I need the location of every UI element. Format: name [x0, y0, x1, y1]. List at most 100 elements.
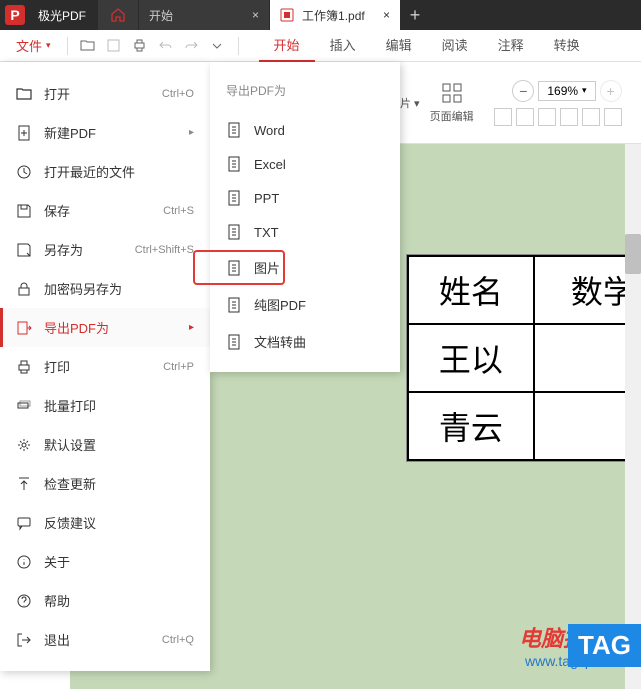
svg-text:P: P	[10, 7, 19, 23]
filetype-icon	[226, 224, 242, 240]
menu-tab-insert[interactable]: 插入	[315, 30, 371, 62]
app-logo-icon: P	[0, 0, 30, 30]
menu-item-label: 检查更新	[44, 474, 96, 493]
open-icon[interactable]	[76, 34, 100, 58]
menu-item-saveas[interactable]: 另存为Ctrl+Shift+S	[0, 230, 210, 269]
menu-item-new[interactable]: 新建PDF▸	[0, 113, 210, 152]
menu-item-recent[interactable]: 打开最近的文件	[0, 152, 210, 191]
home-tab-button[interactable]	[98, 0, 138, 30]
filetype-icon	[226, 260, 242, 276]
export-option-label: 纯图PDF	[254, 295, 306, 314]
export-option-label: 图片	[254, 258, 280, 277]
export-option-label: PPT	[254, 191, 279, 206]
app-name: 极光PDF	[30, 0, 94, 30]
more-icon[interactable]	[206, 34, 230, 58]
export-option[interactable]: 文档转曲	[210, 323, 400, 360]
menu-tab-comment[interactable]: 注释	[483, 30, 539, 62]
menu-item-settings[interactable]: 默认设置	[0, 425, 210, 464]
file-dropdown-menu: 打开Ctrl+O新建PDF▸ 打开最近的文件保存 Ctrl+S 另存为Ctrl+Shi…	[0, 62, 210, 671]
scroll-thumb[interactable]	[625, 234, 641, 274]
menu-item-about[interactable]: 关于	[0, 542, 210, 581]
menu-item-label: 批量打印	[44, 396, 96, 415]
shortcut-label: Ctrl+S	[163, 205, 194, 217]
export-option[interactable]: TXT	[210, 215, 400, 249]
filetype-icon	[226, 122, 242, 138]
filetype-icon	[226, 190, 242, 206]
batch-icon	[16, 398, 32, 414]
table-cell: 青云	[408, 392, 534, 460]
menu-item-help[interactable]: 帮助	[0, 581, 210, 620]
export-option[interactable]: 图片	[210, 249, 400, 286]
spreadsheet-table: 姓名 数学成 王以 72 青云 88	[407, 255, 641, 461]
menu-item-batch[interactable]: 批量打印	[0, 386, 210, 425]
file-button[interactable]: 文件	[8, 32, 59, 59]
open-icon	[16, 86, 32, 102]
menu-tab-read[interactable]: 阅读	[427, 30, 483, 62]
tab-document[interactable]: 工作簿1.pdf ×	[270, 0, 400, 30]
view-tool-1[interactable]	[494, 108, 512, 126]
menu-item-print[interactable]: 打印Ctrl+P	[0, 347, 210, 386]
zoom-value[interactable]: 169%▾	[538, 81, 595, 101]
filetype-icon	[226, 156, 242, 172]
view-tool-4[interactable]	[560, 108, 578, 126]
menu-item-encrypt[interactable]: 加密码另存为	[0, 269, 210, 308]
menu-item-label: 打开	[44, 84, 70, 103]
menu-item-label: 保存	[44, 201, 70, 220]
table-header: 姓名	[408, 256, 534, 324]
update-icon	[16, 476, 32, 492]
table-row: 姓名 数学成	[408, 256, 641, 324]
export-submenu: 导出PDF为 WordExcelPPTTXT图片纯图PDF文档转曲	[210, 62, 400, 372]
undo-icon[interactable]	[154, 34, 178, 58]
document-page: 姓名 数学成 王以 72 青云 88	[406, 254, 641, 462]
view-tool-3[interactable]	[538, 108, 556, 126]
export-option-label: 文档转曲	[254, 332, 306, 351]
redo-icon[interactable]	[180, 34, 204, 58]
print-icon	[16, 359, 32, 375]
menu-tab-start[interactable]: 开始	[259, 30, 315, 62]
menu-item-label: 关于	[44, 552, 70, 571]
close-icon[interactable]: ×	[373, 8, 390, 22]
menu-item-exit[interactable]: 退出Ctrl+Q	[0, 620, 210, 659]
menu-tabs: 开始 插入 编辑 阅读 注释 转换	[259, 30, 595, 62]
export-option[interactable]: Excel	[210, 147, 400, 181]
close-icon[interactable]: ×	[242, 8, 259, 22]
encrypt-icon	[16, 281, 32, 297]
export-option[interactable]: PPT	[210, 181, 400, 215]
view-tool-2[interactable]	[516, 108, 534, 126]
view-tool-5[interactable]	[582, 108, 600, 126]
table-row: 青云 88	[408, 392, 641, 460]
zoom-out-button[interactable]: −	[512, 80, 534, 102]
menu-item-label: 帮助	[44, 591, 70, 610]
vertical-scrollbar[interactable]	[625, 144, 641, 689]
ribbon-page-edit[interactable]: 页面编辑	[430, 82, 474, 124]
feedback-icon	[16, 515, 32, 531]
tab-document-label: 工作簿1.pdf	[302, 7, 365, 24]
filetype-icon	[226, 297, 242, 313]
export-option[interactable]: Word	[210, 113, 400, 147]
toolbar: 文件 开始 插入 编辑 阅读 注释 转换	[0, 30, 641, 62]
menu-item-save[interactable]: 保存 Ctrl+S	[0, 191, 210, 230]
tab-start[interactable]: 开始 ×	[139, 0, 269, 30]
view-tool-6[interactable]	[604, 108, 622, 126]
about-icon	[16, 554, 32, 570]
menu-tab-convert[interactable]: 转换	[539, 30, 595, 62]
menu-item-label: 默认设置	[44, 435, 96, 454]
menu-item-update[interactable]: 检查更新	[0, 464, 210, 503]
filetype-icon	[226, 334, 242, 350]
menu-item-feedback[interactable]: 反馈建议	[0, 503, 210, 542]
table-row: 王以 72	[408, 324, 641, 392]
menu-tab-edit[interactable]: 编辑	[371, 30, 427, 62]
add-tab-button[interactable]: +	[400, 0, 430, 30]
menu-item-label: 打开最近的文件	[44, 162, 135, 181]
zoom-in-button[interactable]: +	[600, 80, 622, 102]
shortcut-label: Ctrl+Q	[162, 634, 194, 646]
menu-item-label: 反馈建议	[44, 513, 96, 532]
menu-item-open[interactable]: 打开Ctrl+O	[0, 74, 210, 113]
export-option[interactable]: 纯图PDF	[210, 286, 400, 323]
home-icon	[111, 8, 125, 22]
ribbon-image[interactable]: 片 ▾	[400, 95, 420, 111]
export-option-label: Word	[254, 123, 285, 138]
menu-item-export[interactable]: 导出PDF为▸	[0, 308, 210, 347]
save-icon[interactable]	[102, 34, 126, 58]
print-icon[interactable]	[128, 34, 152, 58]
